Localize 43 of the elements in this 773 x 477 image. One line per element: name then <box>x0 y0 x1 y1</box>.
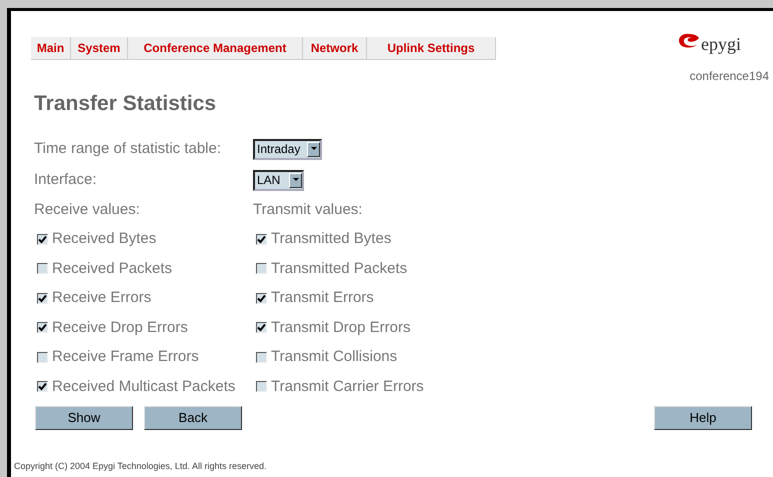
checkbox[interactable] <box>37 263 48 274</box>
checkbox-label: Transmit Errors <box>271 288 374 308</box>
checkbox[interactable] <box>256 292 267 304</box>
field-label: Time range of statistic table: <box>34 138 222 159</box>
checkbox-label: Transmit Collisions <box>271 347 398 367</box>
copyright: Copyright (C) 2004 Epygi Technologies, Ltd. All rights reserved. <box>14 460 268 472</box>
checkbox[interactable] <box>256 352 267 363</box>
checkbox-label: Received Packets <box>52 258 172 278</box>
checkbox-label: Receive Frame Errors <box>52 347 199 367</box>
checkbox-label: Transmitted Packets <box>271 258 408 278</box>
checkbox-label: Received Bytes <box>52 229 156 249</box>
back-button[interactable]: Back <box>144 406 242 430</box>
menu-item[interactable]: System <box>71 37 128 59</box>
menu-item[interactable]: Uplink Settings <box>367 37 496 59</box>
checkbox[interactable] <box>256 263 267 274</box>
checkbox-label: Received Multicast Packets <box>52 376 236 396</box>
show-button[interactable]: Show <box>35 406 133 430</box>
field-label: Interface: <box>34 170 98 190</box>
checkbox[interactable] <box>37 234 48 245</box>
checkbox[interactable] <box>37 292 48 304</box>
menu-item[interactable]: Main <box>31 37 71 59</box>
logo-text: epygi <box>701 35 741 53</box>
checkbox-label: Receive Errors <box>52 288 152 308</box>
checkbox[interactable] <box>256 234 267 245</box>
checkbox[interactable] <box>256 381 267 392</box>
checkbox[interactable] <box>256 322 267 334</box>
checkbox-label: Receive Drop Errors <box>52 318 188 338</box>
checkbox[interactable] <box>37 322 48 334</box>
logo-swirl-icon <box>677 33 701 49</box>
menu-item[interactable]: Network <box>303 37 367 59</box>
checkbox[interactable] <box>37 352 48 363</box>
menu-item[interactable]: Conference Management <box>128 37 303 59</box>
checkbox-label: Transmit Drop Errors <box>271 318 410 338</box>
help-button[interactable]: Help <box>654 406 752 430</box>
group-heading: Transmit values: <box>253 200 364 220</box>
checkbox[interactable] <box>37 381 48 392</box>
group-heading: Receive values: <box>34 200 141 220</box>
checkbox-label: Transmit Carrier Errors <box>271 376 424 396</box>
dropdown[interactable]: Intraday <box>253 138 322 160</box>
dropdown[interactable]: LAN <box>253 170 304 190</box>
hostname: conference194 <box>690 68 769 85</box>
page-title: Transfer Statistics <box>34 91 218 117</box>
checkbox-label: Transmitted Bytes <box>271 229 392 249</box>
